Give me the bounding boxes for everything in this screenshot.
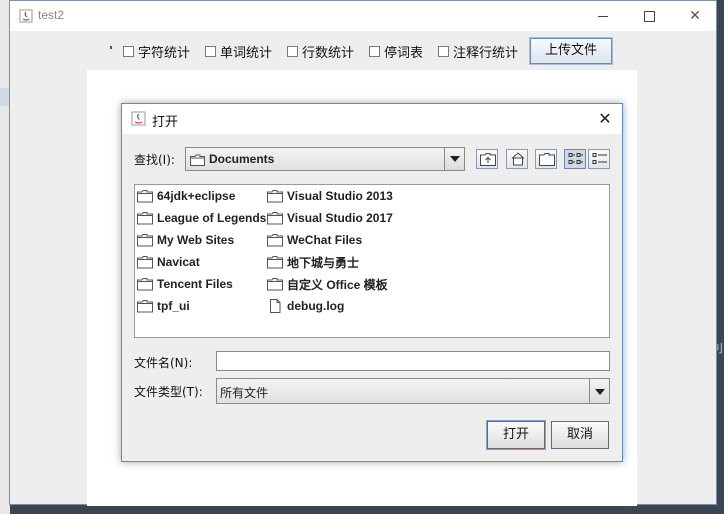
home-button[interactable] — [506, 149, 528, 169]
checkbox-label: 字符统计 — [138, 45, 191, 61]
file-item-folder[interactable]: 自定义 Office 模板 — [267, 275, 388, 293]
checkbox-line-count[interactable]: 行数统计 — [287, 43, 355, 61]
details-view-icon — [592, 153, 607, 164]
folder-icon — [137, 212, 153, 225]
file-name: WeChat Files — [287, 233, 363, 247]
folder-up-icon — [480, 153, 496, 166]
file-item-folder[interactable]: League of Legends — [137, 209, 266, 227]
window-title: test2 — [38, 8, 65, 22]
upload-file-button[interactable]: 上传文件 — [529, 37, 613, 65]
separator-dot — [110, 46, 112, 49]
folder-icon — [190, 154, 205, 166]
details-view-button[interactable] — [588, 149, 610, 169]
folder-icon — [267, 190, 283, 203]
look-in-label: 查找(I): — [134, 153, 175, 167]
file-item-folder[interactable]: My Web Sites — [137, 231, 234, 249]
checkbox-comment-line-count[interactable]: 注释行统计 — [438, 43, 519, 61]
file-item-folder[interactable]: tpf_ui — [137, 297, 190, 315]
file-item-folder[interactable]: Visual Studio 2013 — [267, 187, 393, 205]
file-name: My Web Sites — [157, 233, 235, 247]
chevron-down-icon[interactable] — [444, 148, 464, 170]
file-type-dropdown[interactable]: 所有文件 — [216, 378, 610, 404]
folder-icon — [137, 278, 153, 291]
folder-icon — [267, 256, 283, 269]
checkbox-box[interactable] — [123, 45, 134, 57]
file-name: 地下城与勇士 — [287, 255, 360, 270]
file-name: debug.log — [287, 299, 345, 313]
file-item-folder[interactable]: Navicat — [137, 253, 200, 271]
file-item-folder[interactable]: 64jdk+eclipse — [137, 187, 235, 205]
file-list[interactable]: 64jdk+eclipse League of Legends My Web S… — [134, 184, 610, 338]
file-item-file[interactable]: debug.log — [267, 297, 344, 315]
dialog-close-button[interactable]: ✕ — [594, 108, 616, 130]
file-name: 64jdk+eclipse — [157, 189, 236, 203]
open-button[interactable]: 打开 — [486, 420, 546, 450]
close-button[interactable]: ✕ — [672, 1, 718, 31]
look-in-value: Documents — [209, 152, 275, 166]
cancel-button[interactable]: 取消 — [551, 421, 609, 449]
folder-icon — [137, 234, 153, 247]
file-name: League of Legends — [157, 211, 267, 225]
dialog-title: 打开 — [152, 115, 179, 130]
java-app-icon — [19, 9, 33, 23]
checkbox-box[interactable] — [438, 45, 449, 57]
file-name: Visual Studio 2017 — [287, 211, 393, 225]
checkbox-label: 行数统计 — [302, 45, 355, 61]
checkbox-label: 注释行统计 — [453, 45, 519, 61]
look-in-dropdown[interactable]: Documents — [185, 147, 465, 171]
list-view-icon — [568, 153, 583, 164]
checkbox-word-count[interactable]: 单词统计 — [205, 43, 273, 61]
checkbox-box[interactable] — [369, 45, 380, 57]
file-name-label: 文件名(N): — [134, 356, 193, 370]
file-name-input[interactable] — [216, 351, 610, 371]
file-item-folder[interactable]: 地下城与勇士 — [267, 253, 359, 271]
file-name: Navicat — [157, 255, 200, 269]
file-item-folder[interactable]: WeChat Files — [267, 231, 362, 249]
checkbox-box[interactable] — [205, 45, 216, 57]
file-item-folder[interactable]: Tencent Files — [137, 275, 233, 293]
file-name: 自定义 Office 模板 — [287, 277, 388, 292]
new-folder-icon — [539, 153, 555, 166]
toolbar: 字符统计 单词统计 行数统计 停词表 注释行统计 上传文件 — [10, 31, 716, 69]
folder-icon — [267, 234, 283, 247]
home-icon — [511, 152, 525, 166]
checkbox-box[interactable] — [287, 45, 298, 57]
folder-icon — [267, 212, 283, 225]
folder-icon — [137, 256, 153, 269]
up-one-level-button[interactable] — [476, 149, 498, 169]
new-folder-button[interactable] — [535, 149, 557, 169]
checkbox-char-count[interactable]: 字符统计 — [123, 43, 191, 61]
dialog-title-bar: 打开 ✕ — [122, 104, 622, 134]
checkbox-stopword-list[interactable]: 停词表 — [369, 43, 424, 61]
folder-icon — [267, 278, 283, 291]
folder-icon — [137, 190, 153, 203]
chevron-down-icon[interactable] — [589, 379, 609, 403]
java-app-icon — [131, 111, 146, 126]
checkbox-label: 停词表 — [384, 45, 424, 61]
file-name: Tencent Files — [157, 277, 233, 291]
folder-icon — [137, 300, 153, 313]
file-name: Visual Studio 2013 — [287, 189, 393, 203]
file-type-value: 所有文件 — [220, 386, 269, 400]
file-type-label: 文件类型(T): — [134, 385, 203, 399]
list-view-button[interactable] — [564, 149, 586, 169]
minimize-button[interactable] — [580, 1, 626, 31]
file-name: tpf_ui — [157, 299, 190, 313]
title-bar: test2 ✕ — [10, 1, 716, 31]
maximize-button[interactable] — [626, 1, 672, 31]
file-item-folder[interactable]: Visual Studio 2017 — [267, 209, 393, 227]
checkbox-label: 单词统计 — [220, 45, 273, 61]
file-icon — [270, 299, 281, 313]
open-file-dialog: 打开 ✕ 查找(I): Documents 64jdk+eclipse Leag… — [121, 103, 623, 462]
